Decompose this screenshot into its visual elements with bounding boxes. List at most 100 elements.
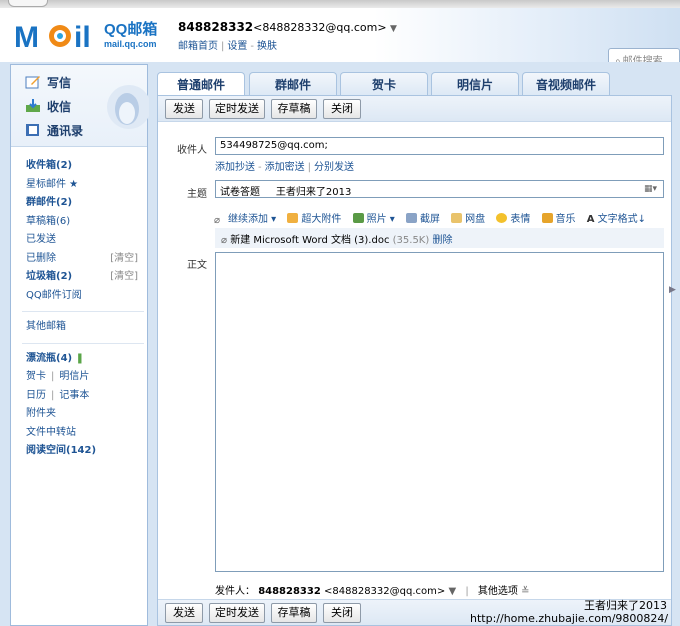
large-attachment-tool[interactable]: 超大附件 xyxy=(287,213,341,225)
browser-strip xyxy=(0,0,680,8)
tab-greeting-card[interactable]: 贺卡 xyxy=(340,72,428,96)
app-postcard[interactable]: 明信片 xyxy=(59,371,89,382)
format-grid-icon[interactable]: ▦▾ xyxy=(644,184,657,194)
app-attachments[interactable]: 附件夹 xyxy=(26,405,144,424)
folder-drafts[interactable]: 草稿箱(6) xyxy=(26,213,144,232)
separate-send-link[interactable]: 分别发送 xyxy=(314,162,354,173)
attachment-size: (35.5K) xyxy=(392,235,430,246)
mail-logo: M il xyxy=(14,21,91,53)
attachment-name: 新建 Microsoft Word 文档 (3).doc xyxy=(230,235,390,246)
folder-group-mail[interactable]: 群邮件(2) xyxy=(26,194,144,213)
folder-subscription[interactable]: QQ邮件订阅 xyxy=(26,287,144,306)
photo-icon xyxy=(352,213,364,223)
to-label: 收件人 xyxy=(177,145,207,156)
empty-spam-link[interactable]: [清空] xyxy=(110,268,138,287)
receive-icon xyxy=(26,99,40,112)
browser-tab[interactable] xyxy=(8,0,48,7)
save-draft-button[interactable]: 存草稿 xyxy=(271,99,317,119)
compose-panel: 发送 定时发送 存草稿 关闭 收件人 534498725@qq.com; 添加抄… xyxy=(157,95,672,626)
brand-domain: mail.qq.com xyxy=(104,39,157,49)
save-draft-button-bottom[interactable]: 存草稿 xyxy=(271,603,317,623)
tab-normal-mail[interactable]: 普通邮件 xyxy=(157,72,245,97)
brand-name: QQ邮箱 xyxy=(104,21,158,38)
sender-email: <848828332@qq.com> xyxy=(324,586,446,597)
compose-tabs: 普通邮件 群邮件 贺卡 明信片 音视频邮件 xyxy=(157,72,680,97)
tab-av-mail[interactable]: 音视频邮件 xyxy=(522,72,610,96)
close-button-bottom[interactable]: 关闭 xyxy=(323,603,361,623)
contacts-button[interactable]: 通讯录 xyxy=(25,122,83,142)
body-editor[interactable] xyxy=(215,252,664,572)
recipient-options: 添加抄送 - 添加密送 | 分别发送 xyxy=(215,162,354,173)
link-skin[interactable]: 换肤 xyxy=(257,41,277,52)
close-button[interactable]: 关闭 xyxy=(323,99,361,119)
app-calendar[interactable]: 日历 xyxy=(26,390,46,401)
netdisk-tool[interactable]: 网盘 xyxy=(451,213,485,225)
sender-row: 发件人： 848828332 <848828332@qq.com> ▼ | 其他… xyxy=(215,586,530,597)
compose-icon xyxy=(25,76,40,89)
paperclip-icon: ⌀ xyxy=(214,215,221,226)
sender-qq: 848828332 xyxy=(258,586,321,597)
text-format-tool[interactable]: A 文字格式↓ xyxy=(587,214,646,225)
scissors-icon xyxy=(405,213,417,223)
link-home[interactable]: 邮箱首页 xyxy=(178,41,218,52)
watermark-title: 王者归来了2013 xyxy=(584,599,667,612)
emoji-tool[interactable]: 表情 xyxy=(496,213,530,225)
top-links: 邮箱首页 | 设置 - 换肤 xyxy=(178,41,277,52)
folder-other-mailbox[interactable]: 其他邮箱 xyxy=(26,318,144,337)
compose-toolbar-top: 发送 定时发送 存草稿 关闭 xyxy=(158,96,671,122)
folder-spam[interactable]: 垃圾箱(2) [清空] xyxy=(26,268,144,287)
attachment-row: ⌀ 新建 Microsoft Word 文档 (3).doc (35.5K) 删… xyxy=(215,228,664,248)
photo-tool[interactable]: 照片 ▾ xyxy=(352,213,395,225)
timed-send-button-bottom[interactable]: 定时发送 xyxy=(209,603,265,623)
divider xyxy=(22,311,144,312)
folder-starred[interactable]: 星标邮件 ★ xyxy=(26,176,144,195)
expand-panel-icon[interactable]: ▶ xyxy=(669,285,676,295)
header: M il QQ邮箱 mail.qq.com 848828332<84882833… xyxy=(0,8,680,68)
subject-text: 试卷答题 王者归来了2013 xyxy=(220,187,352,198)
to-field[interactable]: 534498725@qq.com; xyxy=(215,137,664,155)
tab-group-mail[interactable]: 群邮件 xyxy=(249,72,337,96)
other-options-link[interactable]: 其他选项 xyxy=(478,586,518,597)
quick-actions: 写信 收信 通讯录 xyxy=(11,65,149,147)
app-file-transfer[interactable]: 文件中转站 xyxy=(26,424,144,443)
subject-label: 主题 xyxy=(187,189,207,200)
divider xyxy=(22,342,144,344)
empty-deleted-link[interactable]: [清空] xyxy=(110,250,138,269)
subject-field[interactable]: 试卷答题 王者归来了2013 ▦▾ xyxy=(215,180,664,198)
netdisk-icon xyxy=(451,213,463,223)
folder-deleted[interactable]: 已删除 [清空] xyxy=(26,250,144,269)
add-cc-link[interactable]: 添加抄送 xyxy=(215,162,255,173)
inbox-button[interactable]: 收信 xyxy=(25,98,71,118)
qq-penguin-icon xyxy=(107,85,149,129)
send-button[interactable]: 发送 xyxy=(165,99,203,119)
send-button-bottom[interactable]: 发送 xyxy=(165,603,203,623)
music-icon xyxy=(541,213,553,223)
sender-dropdown-icon[interactable]: ▼ xyxy=(448,586,456,597)
compose-button[interactable]: 写信 xyxy=(25,74,71,94)
add-bcc-link[interactable]: 添加密送 xyxy=(265,162,305,173)
folder-inbox[interactable]: 收件箱(2) xyxy=(26,157,144,176)
attachment-delete-link[interactable]: 删除 xyxy=(432,235,452,246)
account-dropdown-icon[interactable]: ▼ xyxy=(390,24,397,34)
app-notes[interactable]: 记事本 xyxy=(59,390,89,401)
screenshot-tool[interactable]: 截屏 xyxy=(405,213,440,225)
app-greeting-card[interactable]: 贺卡 xyxy=(26,371,46,382)
chevron-down-icon[interactable]: ≚ xyxy=(521,586,529,597)
watermark-url: http://home.zhubajie.com/9800824/ xyxy=(470,612,669,625)
folder-list: 收件箱(2) 星标邮件 ★ 群邮件(2) 草稿箱(6) 已发送 已删除 [清空] … xyxy=(22,157,144,461)
account-info[interactable]: 848828332<848828332@qq.com> ▼ xyxy=(178,20,397,34)
sidebar: 写信 收信 通讯录 收件箱(2) 星标邮件 ★ 群邮件(2) 草稿箱(6) 已发… xyxy=(10,64,149,626)
folder-sent[interactable]: 已发送 xyxy=(26,231,144,250)
account-email: <848828332@qq.com> xyxy=(253,21,387,34)
svg-text:M: M xyxy=(14,21,39,53)
timed-send-button[interactable]: 定时发送 xyxy=(209,99,265,119)
link-settings[interactable]: 设置 xyxy=(227,41,247,52)
account-qq: 848828332 xyxy=(178,20,254,34)
music-tool[interactable]: 音乐 xyxy=(541,213,576,225)
app-reading-space[interactable]: 阅读空间(142) xyxy=(26,442,144,461)
font-icon: A xyxy=(586,214,595,225)
attachment-toolbar: ⌀ 继续添加 ▾ 超大附件 照片 ▾ 截屏 网盘 表情 音乐 A 文字格式↓ xyxy=(214,210,654,226)
tab-postcard[interactable]: 明信片 xyxy=(431,72,519,96)
app-drift-bottle[interactable]: 漂流瓶(4) ❚ xyxy=(26,350,144,369)
add-attachment-tool[interactable]: ⌀ 继续添加 ▾ xyxy=(214,214,276,226)
